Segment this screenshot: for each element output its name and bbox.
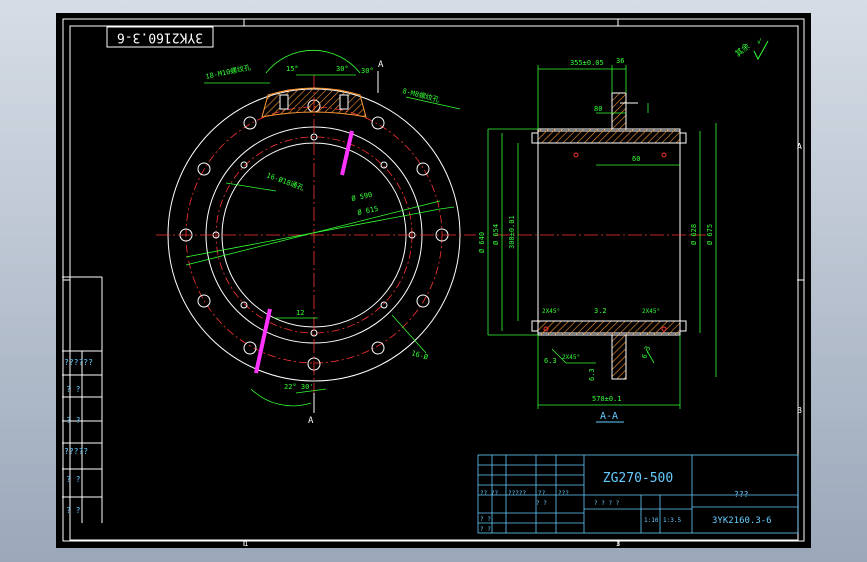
border-mark-side: B	[797, 406, 802, 415]
title-part-name: ???	[734, 490, 749, 499]
dim-top: 355±0.05	[570, 59, 604, 67]
svg-text:? ? ? ?: ? ? ? ?	[594, 500, 620, 507]
roughness-symbol: 其余 √	[733, 38, 769, 61]
strip-label-3: ? ?	[66, 416, 81, 425]
note-top-left: 18-M10螺纹孔	[205, 63, 252, 81]
dim-right-1: Ø 628	[690, 224, 698, 245]
section-mark-2	[254, 308, 272, 374]
svg-text:? ?: ? ?	[536, 500, 547, 507]
cylinder-body	[537, 130, 681, 334]
dim-bottom: 570±0.1	[592, 395, 622, 403]
title-scale-2: 1:3.5	[663, 517, 681, 524]
dia-2: Ø 615	[357, 205, 379, 217]
angle-4: 22° 30'	[284, 383, 314, 391]
title-row-3: ??	[538, 490, 546, 497]
top-hatched-section	[261, 87, 367, 118]
section-view: 355±0.05 36 80 60 570±0.1 3.2 Ø 640 Ø 65…	[478, 57, 717, 423]
rotated-drawing-number: 3YK2160.3-6	[117, 30, 203, 45]
chamfer-3: 2X45°	[562, 354, 580, 361]
dia-1: Ø 590	[351, 191, 373, 203]
left-strip	[62, 276, 103, 523]
border-mark-top: A	[797, 142, 802, 151]
cad-viewport[interactable]: A B 1 3 3YK2160.3-6 ?????? ? ? ? ? ?????…	[56, 13, 811, 548]
note-mid: 16-Ø18通孔	[265, 170, 305, 192]
dim-left-3: 300±0.01	[508, 215, 516, 249]
dim-left-1: Ø 640	[478, 232, 486, 253]
section-mark-1	[340, 130, 354, 176]
chamfer-1: 2X45°	[542, 308, 560, 315]
strip-label-1: ??????	[64, 358, 93, 367]
section-label: A-A	[600, 411, 618, 422]
svg-text:其余: 其余	[733, 41, 752, 59]
strip-label-5: ? ?	[66, 475, 81, 484]
cut-label-top: A	[378, 60, 384, 70]
top-flange-section	[537, 128, 681, 144]
title-row-2: ?????	[508, 490, 526, 497]
title-scale-1: 1:10	[644, 517, 659, 524]
note-bottom-right: 16-Ø	[410, 349, 429, 362]
angle-3: 30°	[361, 67, 374, 75]
small-1: 6.3	[544, 357, 557, 365]
roughness-note: √	[757, 38, 762, 46]
dim-3-2: 3.2	[594, 307, 607, 315]
drawing-canvas: A B 1 3 3YK2160.3-6 ?????? ? ? ? ? ?????…	[62, 18, 805, 548]
bottom-flange-section	[537, 320, 681, 336]
title-row-4: ???	[558, 490, 569, 497]
svg-text:? ?: ? ?	[480, 526, 491, 533]
dim-36: 36	[616, 57, 624, 65]
dim-12: 12	[296, 309, 304, 317]
dim-80: 80	[594, 105, 602, 113]
title-material: ZG270-500	[603, 471, 673, 486]
small-2: 6.3	[588, 368, 596, 381]
svg-text:? ?: ? ?	[480, 516, 491, 523]
strip-label-4: ?????	[64, 447, 88, 456]
angle-1: 15°	[286, 65, 299, 73]
dim-60: 60	[632, 155, 640, 163]
dim-left-2: Ø 654	[492, 224, 500, 245]
chamfer-2: 2X45°	[642, 308, 660, 315]
strip-label-6: ? ?	[66, 506, 81, 515]
title-drawing-number: 3YK2160.3-6	[712, 516, 772, 526]
strip-label-2: ? ?	[66, 385, 81, 394]
border-mark-left: 1	[244, 540, 248, 548]
front-view: A A 18-M10螺纹孔 8-M8螺纹孔 16-Ø18通孔 16-Ø 15° …	[156, 49, 476, 426]
note-top-right: 8-M8螺纹孔	[402, 86, 441, 104]
border-mark-right: 3	[616, 540, 620, 548]
cut-label-bottom: A	[308, 416, 314, 426]
dim-right-2: Ø 675	[706, 224, 714, 245]
title-row-1: ?? ??	[480, 490, 498, 497]
angle-2: 30°	[336, 65, 349, 73]
